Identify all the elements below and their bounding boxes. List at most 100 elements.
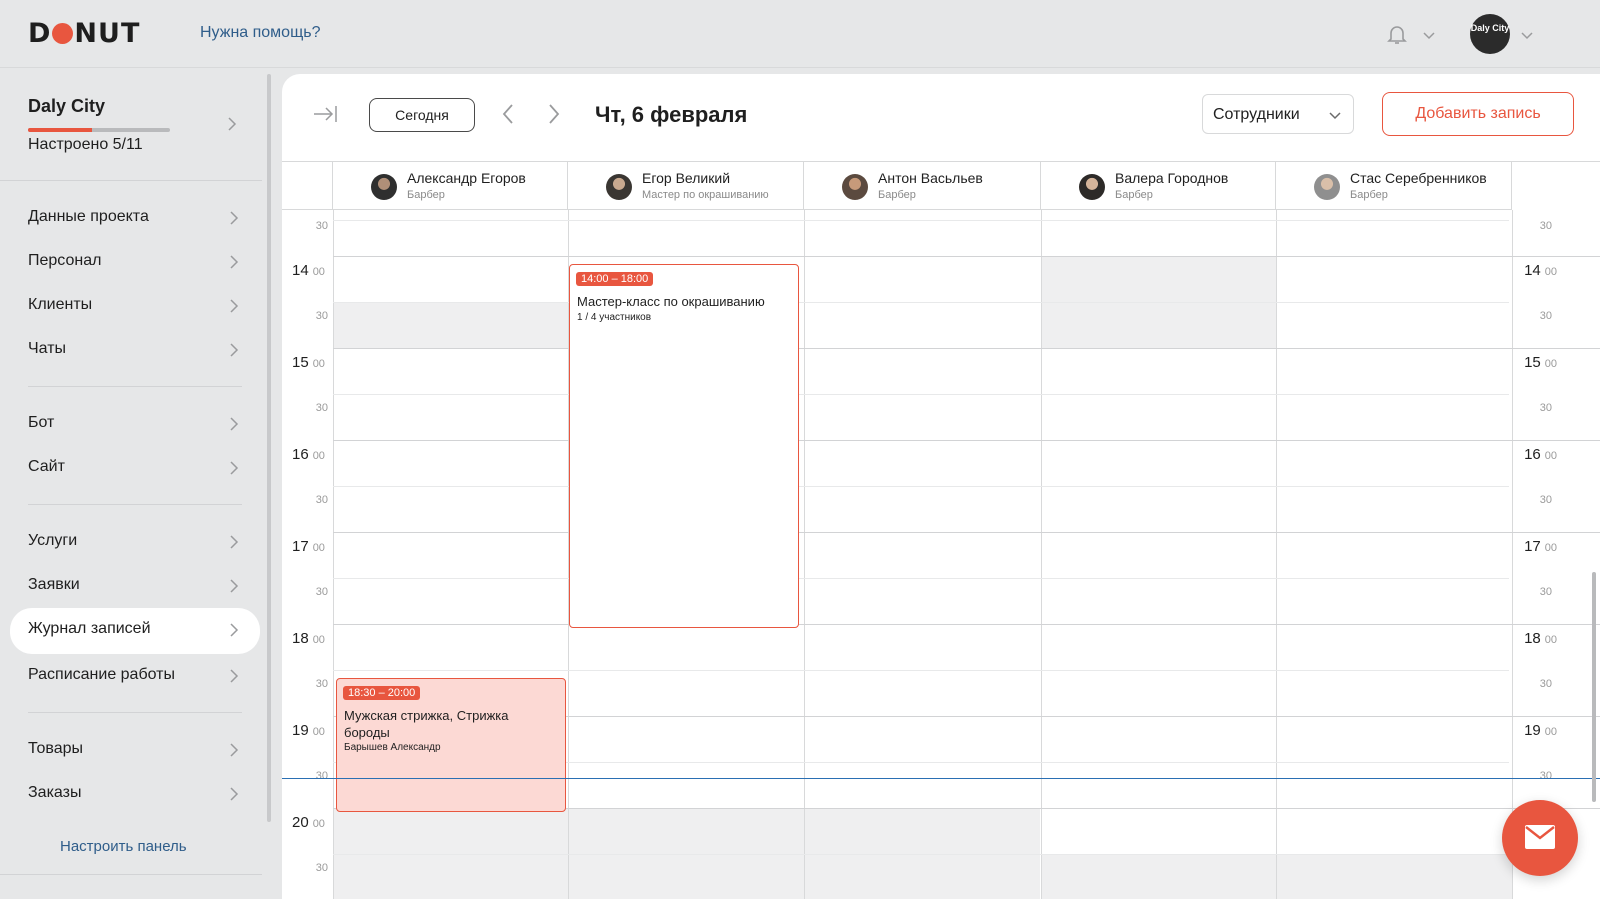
chevron-right-icon	[230, 743, 239, 757]
collapse-panel-icon[interactable]	[312, 104, 338, 124]
messages-fab[interactable]	[1502, 800, 1578, 876]
hour-label: 18 00	[1524, 630, 1557, 647]
chevron-right-icon	[230, 669, 239, 683]
hour-label: 19 00	[292, 722, 325, 739]
sidebar-item-journal[interactable]: Журнал записей	[10, 608, 260, 654]
hour-label: 16 00	[1524, 446, 1557, 463]
chevron-right-icon	[230, 343, 239, 357]
account-avatar[interactable]: Daly City	[1470, 14, 1510, 54]
chevron-right-icon	[230, 579, 239, 593]
hour-line	[333, 624, 1600, 625]
add-record-button[interactable]: Добавить запись	[1382, 92, 1574, 136]
staff-column-header[interactable]: Антон Васьльев Барбер	[804, 162, 1041, 210]
staff-role: Барбер	[878, 189, 916, 201]
staff-filter-select[interactable]: Сотрудники	[1202, 94, 1354, 134]
divider	[28, 386, 242, 387]
event-subtitle: Барышев Александр	[344, 742, 441, 753]
hour-label: 2000	[292, 814, 325, 831]
time-grid[interactable]: 30 30 14 00 14 00 30 30 15 00 15 00 30 30 16 00 16 00 30 30…	[282, 210, 1600, 899]
column-divider	[804, 210, 805, 899]
configure-panel-link[interactable]: Настроить панель	[60, 838, 187, 855]
staff-role: Мастер по окрашиванию	[642, 189, 769, 201]
half-hour-label: 30	[315, 862, 328, 874]
unavailable-slot	[334, 302, 568, 348]
chevron-right-icon	[230, 417, 239, 431]
sidebar-item-bot[interactable]: Бот	[10, 402, 260, 446]
bell-icon[interactable]	[1385, 22, 1409, 46]
sidebar-item-orders[interactable]: Заказы	[10, 772, 260, 816]
logo-text-right: NUT	[74, 18, 141, 49]
half-hour-line	[333, 578, 1509, 579]
sidebar-item-clients[interactable]: Клиенты	[10, 284, 260, 328]
chevron-right-icon	[230, 787, 239, 801]
sidebar-item-work-schedule[interactable]: Расписание работы	[10, 654, 260, 698]
chevron-right-icon	[230, 461, 239, 475]
sidebar-scrollbar[interactable]	[267, 74, 271, 822]
event-time: 14:00 – 18:00	[576, 272, 654, 286]
staff-name: Егор Великий	[642, 170, 731, 186]
logo-dot-icon	[52, 23, 74, 44]
chevron-down-icon	[1329, 112, 1341, 120]
chevron-right-icon	[230, 211, 239, 225]
logo-text-left: D	[28, 18, 52, 49]
hour-line	[333, 256, 1600, 257]
sidebar-item-staff[interactable]: Персонал	[10, 240, 260, 284]
help-link[interactable]: Нужна помощь?	[200, 24, 320, 42]
half-hour-label: 30	[315, 310, 328, 322]
staff-column-header[interactable]: Егор Великий Мастер по окрашиванию	[568, 162, 804, 210]
staff-name: Александр Егоров	[407, 170, 526, 186]
sidebar-item-site[interactable]: Сайт	[10, 446, 260, 490]
sidebar-item-chats[interactable]: Чаты	[10, 328, 260, 372]
staff-column-header[interactable]: Валера Городнов Барбер	[1041, 162, 1276, 210]
setup-status: Настроено 5/11	[28, 136, 143, 153]
column-divider	[1041, 210, 1042, 899]
half-hour-label: 30	[1539, 586, 1552, 598]
event-time: 18:30 – 20:00	[343, 686, 421, 700]
hour-label: 15 00	[292, 354, 325, 371]
event-title: Мастер-класс по окрашиванию	[577, 294, 765, 309]
current-time-line	[282, 778, 1600, 779]
staff-column-header[interactable]: Александр Егоров Барбер	[333, 162, 568, 210]
sidebar-item-products[interactable]: Товары	[10, 728, 260, 772]
hour-label: 14 00	[292, 262, 325, 279]
half-hour-label: 30	[1539, 220, 1552, 232]
staff-name: Валера Городнов	[1115, 170, 1229, 186]
setup-progress-bar	[28, 128, 170, 132]
chevron-left-icon[interactable]	[500, 102, 516, 126]
half-hour-label: 30	[315, 402, 328, 414]
half-hour-label: 30	[315, 220, 328, 232]
staff-avatar	[1079, 174, 1105, 200]
divider	[0, 180, 262, 181]
half-hour-line	[333, 854, 1509, 855]
hour-label: 18 00	[292, 630, 325, 647]
staff-name: Стас Серебренников	[1350, 170, 1487, 186]
half-hour-line	[333, 486, 1509, 487]
staff-avatar	[842, 174, 868, 200]
calendar-grid: Александр Егоров Барбер Егор Великий Мас…	[282, 162, 1600, 899]
half-hour-label: 30	[1539, 770, 1552, 782]
chevron-right-icon	[228, 117, 237, 131]
sidebar-item-project-data[interactable]: Данные проекта	[10, 196, 260, 240]
half-hour-label: 30	[1539, 310, 1552, 322]
hour-line	[333, 440, 1600, 441]
hour-line	[333, 348, 1600, 349]
chevron-down-icon[interactable]	[1520, 28, 1534, 42]
event-card[interactable]: 18:30 – 20:00 Мужская стрижка, Стрижка б…	[336, 678, 566, 812]
sidebar-item-services[interactable]: Услуги	[10, 520, 260, 564]
donut-logo[interactable]: D NUT	[28, 18, 140, 49]
chevron-right-icon[interactable]	[546, 102, 562, 126]
calendar-panel: Сегодня Чт, 6 февраля Сотрудники Добавит…	[282, 74, 1600, 899]
chevron-right-icon	[230, 255, 239, 269]
hour-label: 16 00	[292, 446, 325, 463]
staff-column-header[interactable]: Стас Серебренников Барбер	[1276, 162, 1512, 210]
half-hour-line	[333, 302, 1509, 303]
hour-label: 17 00	[292, 538, 325, 555]
event-title: Мужская стрижка, Стрижка бороды	[344, 708, 509, 740]
sidebar-item-requests[interactable]: Заявки	[10, 564, 260, 608]
calendar-scrollbar[interactable]	[1592, 572, 1596, 802]
half-hour-label: 30	[315, 770, 328, 782]
today-button[interactable]: Сегодня	[369, 98, 475, 132]
event-card[interactable]: 14:00 – 18:00 Мастер-класс по окрашивани…	[569, 264, 799, 628]
half-hour-line	[333, 394, 1509, 395]
chevron-down-icon[interactable]	[1422, 28, 1436, 42]
